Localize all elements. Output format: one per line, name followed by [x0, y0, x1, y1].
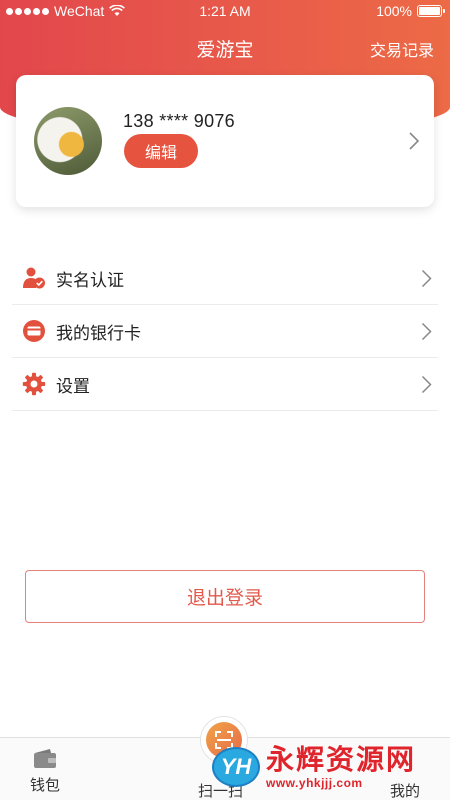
menu-item-label: 我的银行卡 — [56, 323, 141, 343]
avatar[interactable] — [34, 107, 102, 175]
logout-button[interactable]: 退出登录 — [25, 570, 425, 623]
watermark-logo: YH — [212, 747, 260, 787]
tab-label: 钱包 — [29, 777, 60, 794]
menu-item-bank-card[interactable]: 我的银行卡 — [12, 305, 438, 358]
gear-icon — [22, 372, 46, 396]
profile-card[interactable]: 138 **** 9076 编辑 — [16, 75, 434, 207]
edit-button[interactable]: 编辑 — [124, 134, 198, 168]
bank-card-icon — [22, 319, 46, 343]
wallet-icon — [34, 749, 56, 768]
watermark-url: www.yhkjjj.com — [266, 775, 363, 790]
menu-item-label: 设置 — [56, 376, 90, 396]
watermark: YH 永辉资源网 www.yhkjjj.com — [212, 744, 444, 790]
battery-icon — [417, 5, 445, 17]
chevron-right-icon — [421, 375, 432, 394]
menu-item-label: 实名认证 — [56, 270, 124, 290]
phone-number: 138 **** 9076 — [123, 111, 235, 131]
menu-item-settings[interactable]: 设置 — [12, 358, 438, 411]
chevron-right-icon — [421, 322, 432, 341]
menu-item-id-verification[interactable]: 实名认证 — [12, 252, 438, 305]
status-right: 100% — [376, 3, 445, 19]
watermark-title: 永辉资源网 — [266, 743, 417, 775]
chevron-right-icon — [421, 269, 432, 288]
transaction-records-button[interactable]: 交易记录 — [370, 37, 434, 61]
tab-wallet[interactable]: 钱包 — [20, 738, 70, 800]
watermark-text: 永辉资源网 www.yhkjjj.com — [266, 743, 417, 790]
status-bar: WeChat 1:21 AM 100% — [0, 0, 450, 22]
id-verify-icon — [22, 266, 46, 290]
menu-list: 实名认证 我的银行卡 设置 — [12, 252, 438, 411]
battery-percent: 100% — [376, 3, 412, 19]
chevron-right-icon[interactable] — [408, 131, 420, 151]
battery-fill — [419, 7, 440, 15]
